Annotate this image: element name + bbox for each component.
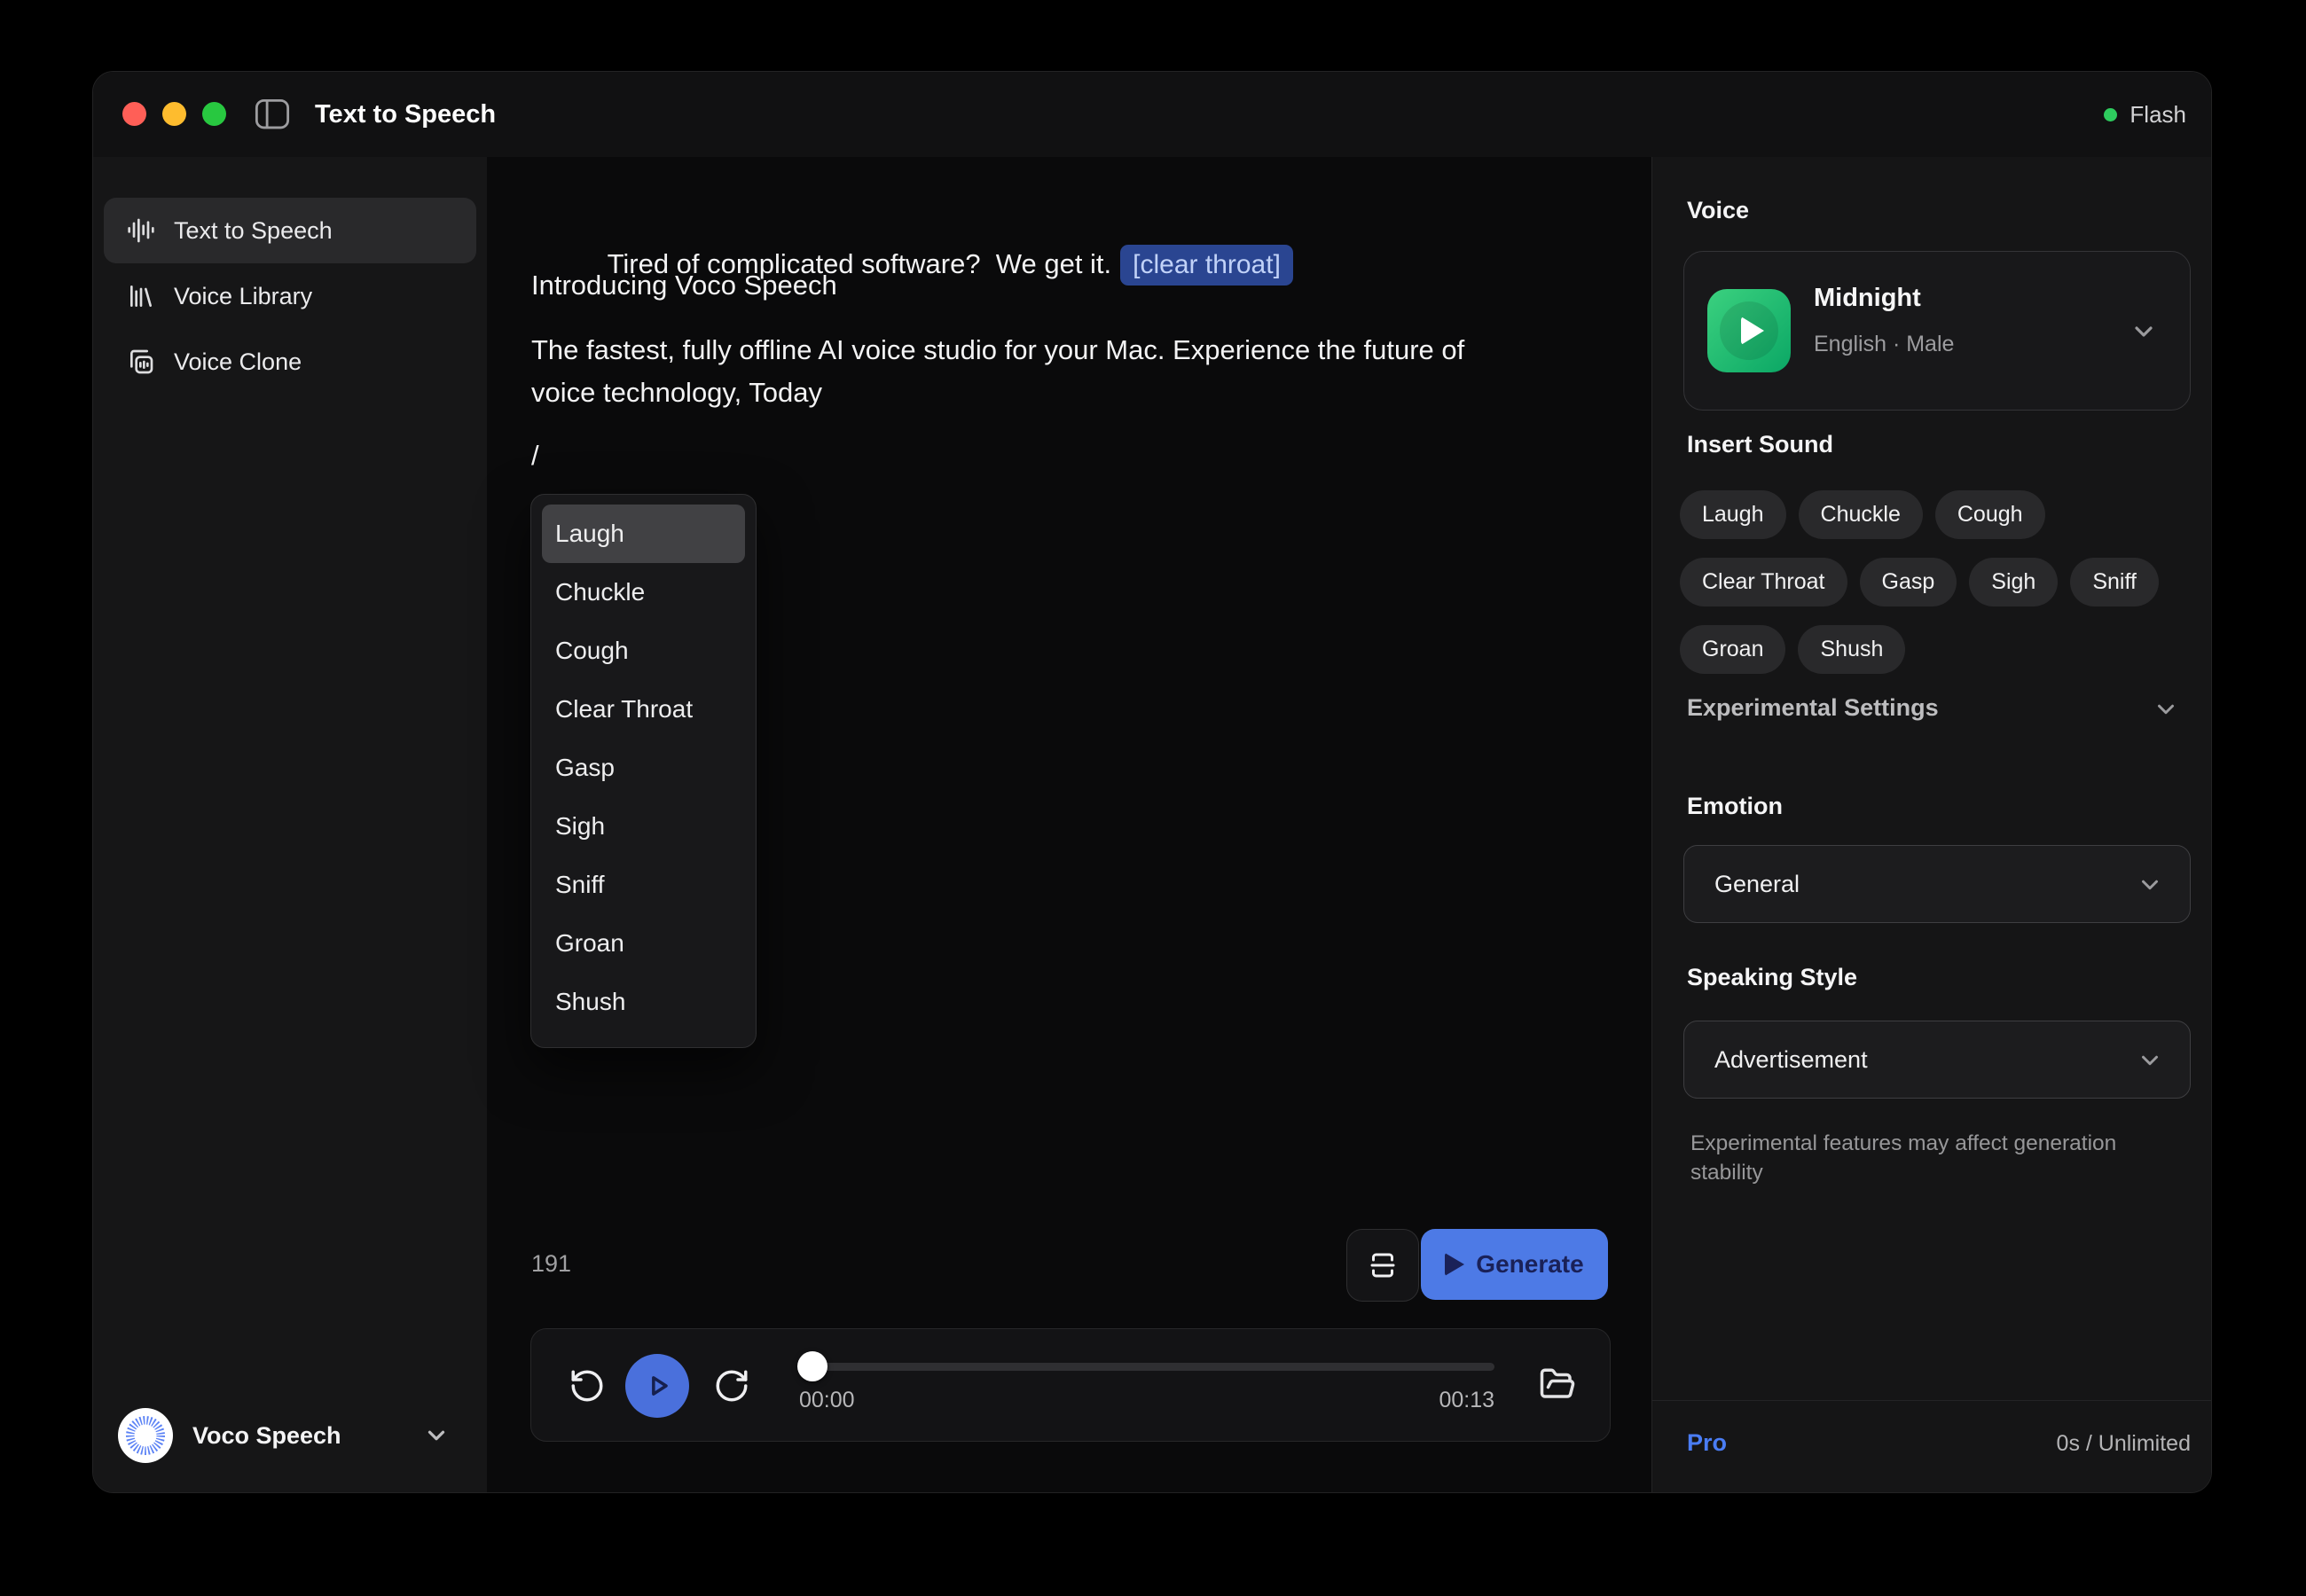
editor-line-1: Tired of complicated software? We get it… [531,200,1293,243]
emotion-value: General [1714,846,1800,922]
sound-chip[interactable]: Chuckle [1799,490,1923,539]
usage-counter: 0s / Unlimited [2057,1431,2191,1457]
sidebar-toggle-icon[interactable] [255,98,290,130]
voice-heading: Voice [1687,192,1749,228]
sound-chip[interactable]: Shush [1798,625,1905,674]
menu-item[interactable]: Gasp [542,739,745,797]
editor-area[interactable]: Tired of complicated software? We get it… [487,157,1651,1492]
regenerate-icon[interactable] [713,1367,750,1404]
sound-chip[interactable]: Gasp [1860,558,1957,606]
settings-panel: Voice Midnight English · Male Insert Sou… [1651,157,2212,1492]
sound-chip[interactable]: Sniff [2070,558,2159,606]
desktop: Text to Speech Flash Text to Speech [0,0,2306,1596]
chevron-down-icon [423,1422,450,1449]
panel-footer: Pro 0s / Unlimited [1652,1400,2212,1493]
chevron-down-icon[interactable] [2153,696,2179,723]
open-folder-icon[interactable] [1539,1365,1576,1403]
close-window-button[interactable] [122,102,146,126]
emotion-label: Emotion [1687,788,1783,824]
menu-item[interactable]: Cough [542,622,745,680]
voice-clone-icon [127,348,155,376]
status-dot-icon [2104,108,2117,121]
play-button[interactable] [625,1354,689,1418]
generate-button[interactable]: Generate [1421,1229,1608,1300]
restart-icon[interactable] [569,1367,606,1404]
title-bar: Text to Speech Flash [93,72,2211,158]
editor-line-3: The fastest, fully offline AI voice stud… [531,329,1464,372]
sidebar-item-voice-library[interactable]: Voice Library [104,263,476,329]
editor-slash-trigger: / [531,434,539,477]
sidebar-item-voice-clone[interactable]: Voice Clone [104,329,476,395]
menu-item[interactable]: Shush [542,973,745,1031]
audio-player: 00:00 00:13 [530,1328,1611,1442]
app-name-label: Voco Speech [192,1422,404,1450]
sound-chip-list: Laugh ChuckleCough Clear Throat GaspSighSni… [1680,490,2198,674]
insert-sound-heading: Insert Sound [1687,426,1833,462]
menu-item[interactable]: Laugh [542,505,745,563]
editor-line-4: voice technology, Today [531,372,822,414]
sound-tag[interactable]: [clear throat] [1120,245,1293,286]
sidebar-item-label: Text to Speech [174,217,333,245]
voice-selector[interactable]: Midnight English · Male [1683,251,2191,411]
experimental-settings-heading[interactable]: Experimental Settings [1687,689,1939,726]
menu-item[interactable]: Groan [542,914,745,973]
zoom-window-button[interactable] [202,102,226,126]
editor-line-2: Introducing Voco Speech [531,264,837,307]
sidebar-item-text-to-speech[interactable]: Text to Speech [104,198,476,263]
chevron-down-icon [2137,872,2163,898]
menu-item[interactable]: Sniff [542,856,745,914]
sidebar-item-label: Voice Library [174,283,312,310]
play-icon [1445,1253,1464,1276]
chevron-down-icon [2130,317,2158,346]
speaking-style-label: Speaking Style [1687,959,1857,995]
sound-chip[interactable]: Clear Throat [1680,558,1847,606]
speaking-style-value: Advertisement [1714,1021,1868,1098]
duration-time: 00:13 [1374,1384,1494,1416]
voice-name: Midnight [1814,284,1921,313]
character-count: 191 [531,1242,571,1285]
sound-chip[interactable]: Groan [1680,625,1785,674]
seek-slider-knob[interactable] [797,1351,827,1381]
menu-item[interactable]: Clear Throat [542,680,745,739]
sidebar-nav: Text to Speech Voice Library [104,198,476,395]
menu-item[interactable]: Sigh [542,797,745,856]
menu-item[interactable]: Chuckle [542,563,745,622]
voice-play-icon[interactable] [1707,289,1791,372]
experimental-note: Experimental features may affect generat… [1690,1129,2134,1187]
plan-badge[interactable]: Pro [1687,1429,1727,1457]
audio-lines-icon [127,216,155,245]
sound-chip[interactable]: Cough [1935,490,2045,539]
minimize-window-button[interactable] [162,102,186,126]
seek-slider[interactable] [797,1363,1494,1371]
account-menu[interactable]: Voco Speech [118,1407,462,1464]
model-status: Flash [2104,72,2186,157]
speaking-style-select[interactable]: Advertisement [1683,1021,2191,1099]
app-logo-avatar [118,1408,173,1463]
split-section-button[interactable] [1346,1229,1419,1302]
app-window: Text to Speech Flash Text to Speech [92,71,2212,1493]
status-label: Flash [2130,101,2186,129]
library-icon [127,282,155,310]
sidebar: Text to Speech Voice Library [93,157,488,1492]
sound-suggestion-menu: LaughChuckleCoughClear ThroatGaspSighSni… [530,494,757,1048]
sidebar-item-label: Voice Clone [174,348,302,376]
voice-meta: English · Male [1814,332,1954,357]
sound-chip[interactable]: Sigh [1969,558,2058,606]
window-body: Text to Speech Voice Library [93,157,2211,1492]
current-time: 00:00 [799,1384,855,1416]
window-title: Text to Speech [315,72,496,157]
sound-chip[interactable]: Laugh [1680,490,1786,539]
chevron-down-icon [2137,1047,2163,1074]
emotion-select[interactable]: General [1683,845,2191,923]
